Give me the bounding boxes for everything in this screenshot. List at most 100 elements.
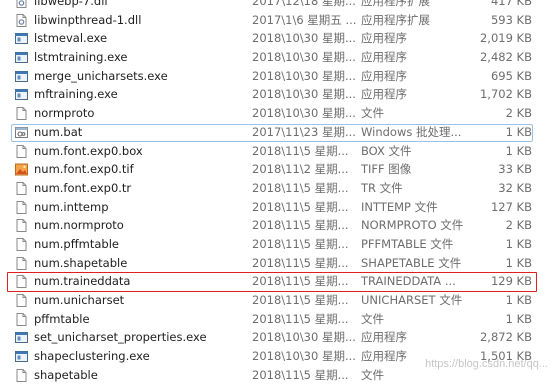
file-name: libwinpthread-1.dll <box>34 12 142 27</box>
blank-file-icon <box>15 256 28 270</box>
file-type: 应用程序 <box>361 50 407 65</box>
file-row[interactable]: num.unicharset 2018\11\5 星期... UNICHARSET … <box>0 291 554 310</box>
blank-file-icon <box>15 312 28 326</box>
file-type: BOX 文件 <box>361 143 412 158</box>
file-type: 文件 <box>361 367 384 382</box>
file-name: num.inttemp <box>34 199 109 214</box>
file-date: 2018\10\30 星期... <box>252 349 356 364</box>
dll-file-icon <box>15 13 28 27</box>
file-row[interactable]: num.bat 2017\11\23 星期... Windows 批处理... 1 K… <box>0 123 554 142</box>
file-list: libwebp-7.dll 2017\12\18 星期... 应用程序扩展 417 K… <box>0 0 554 384</box>
file-size: 2 KB <box>505 106 532 121</box>
file-size: 129 KB <box>490 274 532 289</box>
dll-file-icon <box>15 0 28 8</box>
file-row[interactable]: mftraining.exe 2018\10\30 星期... 应用程序 1,702 … <box>0 85 554 104</box>
file-type: TIFF 图像 <box>361 162 412 177</box>
blank-file-icon <box>15 200 28 214</box>
file-name: libwebp-7.dll <box>34 0 108 8</box>
file-type: 应用程序扩展 <box>361 12 430 27</box>
file-name: normproto <box>34 106 95 121</box>
file-row[interactable]: libwinpthread-1.dll 2017\1\6 星期五 ... 应用程序扩… <box>0 11 554 30</box>
file-type: SHAPETABLE 文件 <box>361 255 462 270</box>
file-row[interactable]: num.traineddata 2018\11\5 星期... TRAINEDDAT… <box>0 272 554 293</box>
file-type: TR 文件 <box>361 180 403 195</box>
file-date: 2018\10\30 星期... <box>252 31 356 46</box>
file-size: 2 KB <box>505 218 532 233</box>
file-date: 2018\11\5 星期... <box>252 274 349 289</box>
file-row[interactable]: pffmtable 2018\11\5 星期... 文件 1 KB <box>0 310 554 329</box>
file-date: 2018\11\5 星期... <box>252 293 349 307</box>
file-name: pffmtable <box>34 311 90 326</box>
file-size: 1 KB <box>505 311 532 326</box>
blank-file-icon <box>15 294 28 307</box>
file-row[interactable]: num.normproto 2018\11\5 星期... NORMPROTO 文件… <box>0 216 554 235</box>
file-date: 2017\12\18 星期... <box>252 0 356 8</box>
file-type: 应用程序 <box>361 330 407 345</box>
file-row[interactable]: num.inttemp 2018\11\5 星期... INTTEMP 文件 127 … <box>0 198 554 217</box>
file-name: set_unicharset_properties.exe <box>34 330 207 345</box>
file-type: PFFMTABLE 文件 <box>361 236 454 251</box>
file-row[interactable]: set_unicharset_properties.exe 2018\10\30 … <box>0 328 554 347</box>
file-row[interactable]: num.shapetable 2018\11\5 星期... SHAPETABLE … <box>0 254 554 273</box>
exe-file-icon <box>15 331 28 344</box>
file-name: num.bat <box>34 124 83 139</box>
file-name: mftraining.exe <box>34 87 118 102</box>
file-date: 2018\11\5 星期... <box>252 143 349 158</box>
file-size: 593 KB <box>490 12 532 27</box>
file-type: 文件 <box>361 311 384 326</box>
blank-file-icon <box>15 275 28 289</box>
file-name: num.font.exp0.box <box>34 143 143 158</box>
file-date: 2018\11\5 星期... <box>252 199 349 214</box>
file-name: num.font.exp0.tr <box>34 180 132 195</box>
file-size: 127 KB <box>490 199 532 214</box>
exe-file-icon <box>15 88 28 101</box>
file-name: shapetable <box>34 367 98 382</box>
blank-file-icon <box>15 368 28 382</box>
file-row[interactable]: lstmtraining.exe 2018\10\30 星期... 应用程序 2,48… <box>0 48 554 67</box>
file-size: 1,702 KB <box>479 87 532 102</box>
file-type: 应用程序 <box>361 68 407 83</box>
file-size: 2,482 KB <box>479 50 532 65</box>
file-type: NORMPROTO 文件 <box>361 218 464 233</box>
file-type: TRAINEDDATA ... <box>361 274 456 289</box>
file-name: merge_unicharsets.exe <box>34 68 168 83</box>
blank-file-icon <box>15 144 28 158</box>
file-size: 33 KB <box>498 162 532 177</box>
file-size: 1 KB <box>505 236 532 251</box>
exe-file-icon <box>15 70 28 83</box>
file-row[interactable]: libwebp-7.dll 2017\12\18 星期... 应用程序扩展 417 K… <box>0 0 554 11</box>
file-row[interactable]: num.font.exp0.tif 2018\11\2 星期... TIFF 图像 3… <box>0 160 554 179</box>
blank-file-icon <box>15 219 28 233</box>
file-row[interactable]: normproto 2018\10\30 星期... 文件 2 KB <box>0 104 554 123</box>
file-size: 2,019 KB <box>479 31 532 46</box>
file-name: num.traineddata <box>34 274 131 289</box>
file-size: 1 KB <box>505 255 532 270</box>
file-date: 2018\11\5 星期... <box>252 236 349 251</box>
file-type: 应用程序扩展 <box>361 0 430 8</box>
file-type: 文件 <box>361 106 384 121</box>
file-size: 1 KB <box>505 143 532 158</box>
file-name: num.unicharset <box>34 293 125 307</box>
exe-file-icon <box>15 350 28 363</box>
file-row[interactable]: num.font.exp0.tr 2018\11\5 星期... TR 文件 32 K… <box>0 179 554 198</box>
file-date: 2018\11\5 星期... <box>252 367 349 382</box>
file-date: 2018\11\5 星期... <box>252 255 349 270</box>
file-row[interactable]: num.pffmtable 2018\11\5 星期... PFFMTABLE 文件… <box>0 235 554 254</box>
bat-file-icon <box>15 126 28 139</box>
file-size: 32 KB <box>498 180 532 195</box>
blank-file-icon <box>15 181 28 195</box>
file-row[interactable]: merge_unicharsets.exe 2018\10\30 星期... 应用程… <box>0 67 554 86</box>
exe-file-icon <box>15 32 28 45</box>
file-row[interactable]: lstmeval.exe 2018\10\30 星期... 应用程序 2,019 KB <box>0 29 554 48</box>
file-date: 2018\10\30 星期... <box>252 330 356 345</box>
file-date: 2018\10\30 星期... <box>252 106 356 121</box>
file-date: 2018\11\5 星期... <box>252 218 349 233</box>
file-size: 1 KB <box>505 293 532 307</box>
file-size: 695 KB <box>490 68 532 83</box>
file-row[interactable]: num.font.exp0.box 2018\11\5 星期... BOX 文件 1 … <box>0 142 554 161</box>
file-date: 2018\11\5 星期... <box>252 180 349 195</box>
file-name: shapeclustering.exe <box>34 349 150 364</box>
file-name: num.pffmtable <box>34 236 119 251</box>
file-size: 2,872 KB <box>479 330 532 345</box>
file-date: 2018\10\30 星期... <box>252 50 356 65</box>
